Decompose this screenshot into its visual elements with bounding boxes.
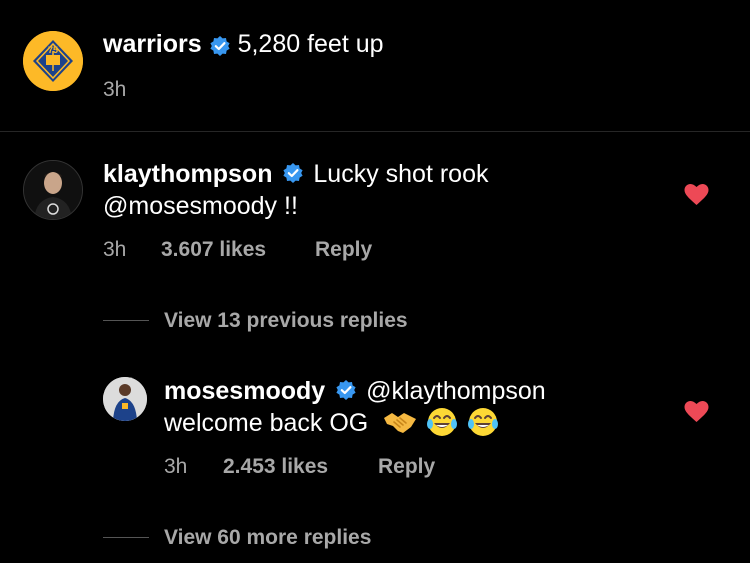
verified-badge-icon [336,380,356,401]
comment-1-heart-icon[interactable] [684,184,709,206]
view-previous-replies-button[interactable]: View 13 previous replies [164,309,408,333]
comment-2-text: welcome back OG [164,409,369,437]
comment-1-likes[interactable]: 3.607 likes [161,238,266,262]
view-previous-line [103,320,149,321]
post-username[interactable]: warriors [103,30,202,58]
face-with-tears-of-joy-icon [427,408,458,437]
klaythompson-avatar[interactable] [23,160,83,220]
svg-text:75: 75 [48,45,58,55]
warriors-logo-icon: 75 [23,31,83,91]
view-more-line [103,537,149,538]
post-time: 3h [103,78,127,101]
comment-2-line1: mosesmoody @klaythompson [164,375,546,407]
view-more-replies-button[interactable]: View 60 more replies [164,526,371,550]
handshake-icon [384,413,417,434]
mosesmoody-avatar[interactable] [103,377,147,421]
comment-1-username[interactable]: klaythompson [103,160,272,188]
post-caption-line: warriors 5,280 feet up [103,28,384,60]
person-avatar-icon [24,161,82,219]
comment-2-time: 3h [164,455,188,478]
person-avatar-icon [103,377,147,421]
header-divider [0,131,750,132]
verified-badge-icon [210,35,230,56]
comment-2-likes[interactable]: 2.453 likes [223,455,328,479]
post-caption: 5,280 feet up [237,30,384,58]
comment-1-time: 3h [103,238,127,261]
verified-badge-icon [283,163,304,184]
warriors-avatar[interactable]: 75 [23,31,83,91]
comment-2-reply-button[interactable]: Reply [378,455,435,479]
comment-1-line1: klaythompson Lucky shot rook [103,158,488,190]
comment-1-text: Lucky shot rook [313,160,489,188]
comment-2-mention[interactable]: @klaythompson [366,377,546,405]
face-with-tears-of-joy-icon [468,408,499,437]
comment-2-line2: welcome back OG [164,407,499,439]
comment-1-reply-button[interactable]: Reply [315,238,372,262]
comment-2-heart-icon[interactable] [684,401,709,423]
comment-2-username[interactable]: mosesmoody [164,377,325,405]
comment-1-text-line2: @mosesmoody !! [103,192,298,220]
